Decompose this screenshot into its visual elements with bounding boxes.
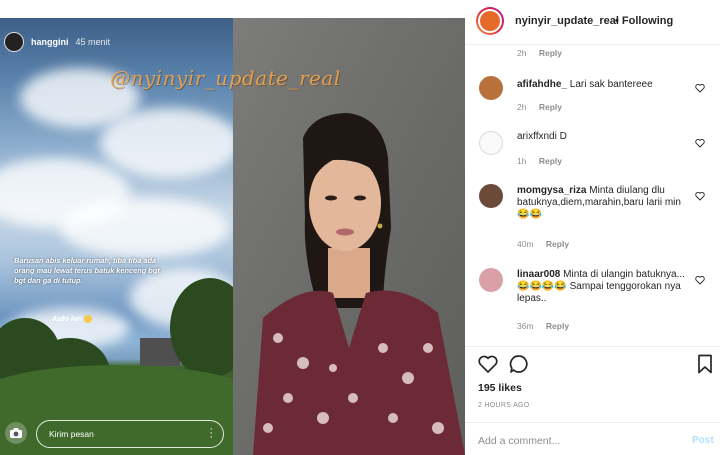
post-date: 2 HOURS AGO	[478, 402, 530, 409]
comment-age: 2h	[517, 102, 527, 112]
comment-text: momgysa_riza Minta diulang dlu batuknya,…	[517, 185, 692, 221]
comment-age: 2h	[517, 48, 527, 58]
camera-button[interactable]	[5, 422, 27, 444]
add-comment-input[interactable]: Add a comment...	[478, 435, 560, 447]
story-username[interactable]: hanggini	[31, 37, 69, 47]
commenter-username[interactable]: momgysa_riza	[517, 185, 586, 196]
comment-text: linaar008 Minta di ulangin batuknya... 😂…	[517, 269, 692, 305]
grin-emoji-icon	[84, 315, 93, 324]
post-comment-button[interactable]: Post	[692, 435, 714, 446]
comments-list: 2h Reply afifahdhe_ Lari sak bantereee 2…	[465, 44, 720, 346]
post-author-avatar[interactable]	[476, 7, 504, 35]
comment-age: 40m	[517, 239, 534, 249]
commenter-username[interactable]: arixffxndi	[517, 131, 557, 142]
story-header: hanggini 45 menit	[4, 32, 110, 52]
post-media: hanggini 45 menit Barusan abis keluar ru…	[0, 0, 465, 455]
reply-button[interactable]: Reply	[539, 102, 562, 112]
commenter-avatar[interactable]	[479, 184, 503, 208]
comment-text: afifahdhe_ Lari sak bantereee	[517, 79, 692, 91]
post-actions: 195 likes 2 HOURS AGO	[465, 346, 720, 423]
story-reply-bar: Kirim pesan · · ·	[0, 403, 233, 455]
comment-meta: 1h Reply	[517, 156, 562, 166]
like-comment-heart-icon[interactable]	[695, 138, 705, 148]
comment-message: D	[559, 131, 567, 142]
more-options-icon[interactable]: · · ·	[209, 424, 213, 443]
story-message-input[interactable]: Kirim pesan · · ·	[36, 420, 224, 448]
like-comment-heart-icon[interactable]	[695, 83, 705, 93]
reply-button[interactable]: Reply	[539, 48, 562, 58]
post-header: nyinyir_update_real • Following	[465, 0, 720, 45]
reply-button[interactable]: Reply	[546, 239, 569, 249]
comment-text: arixffxndi D	[517, 131, 692, 143]
comment-meta: 36m Reply	[517, 321, 569, 331]
likes-count[interactable]: 195 likes	[478, 382, 522, 394]
story-caption: Barusan abis keluar rumah, tiba tiba ada…	[14, 256, 160, 285]
like-heart-icon[interactable]	[478, 355, 498, 373]
camera-icon	[10, 428, 22, 438]
commenter-avatar[interactable]	[479, 76, 503, 100]
story-avatar[interactable]	[4, 32, 24, 52]
media-top-band	[0, 0, 465, 18]
story-time: 45 menit	[75, 37, 111, 47]
comment-bubble-icon[interactable]	[509, 354, 529, 374]
story-caption-2-text: Auto lari	[52, 314, 82, 323]
watermark: @nyinyir_update_real	[110, 66, 341, 90]
comment-meta: 40m Reply	[517, 239, 569, 249]
commenter-username[interactable]: afifahdhe_	[517, 79, 567, 90]
add-comment-bar: Add a comment... Post	[465, 422, 720, 455]
like-comment-heart-icon[interactable]	[695, 191, 705, 201]
comment-meta: 2h Reply	[517, 48, 562, 58]
reply-button[interactable]: Reply	[546, 321, 569, 331]
comment-meta: 2h Reply	[517, 102, 562, 112]
commenter-avatar[interactable]	[479, 268, 503, 292]
comment-age: 36m	[517, 321, 534, 331]
save-bookmark-icon[interactable]	[697, 354, 713, 374]
story-caption-2: Auto lari	[52, 314, 93, 324]
commenter-username[interactable]: linaar008	[517, 269, 560, 280]
comment-age: 1h	[517, 156, 527, 166]
following-button[interactable]: • Following	[615, 15, 673, 27]
story-message-placeholder: Kirim pesan	[49, 429, 94, 439]
comment-message: Lari sak bantereee	[569, 79, 653, 90]
post-author-username[interactable]: nyinyir_update_real	[515, 15, 619, 27]
reply-button[interactable]: Reply	[539, 156, 562, 166]
like-comment-heart-icon[interactable]	[695, 275, 705, 285]
commenter-avatar[interactable]	[479, 131, 503, 155]
